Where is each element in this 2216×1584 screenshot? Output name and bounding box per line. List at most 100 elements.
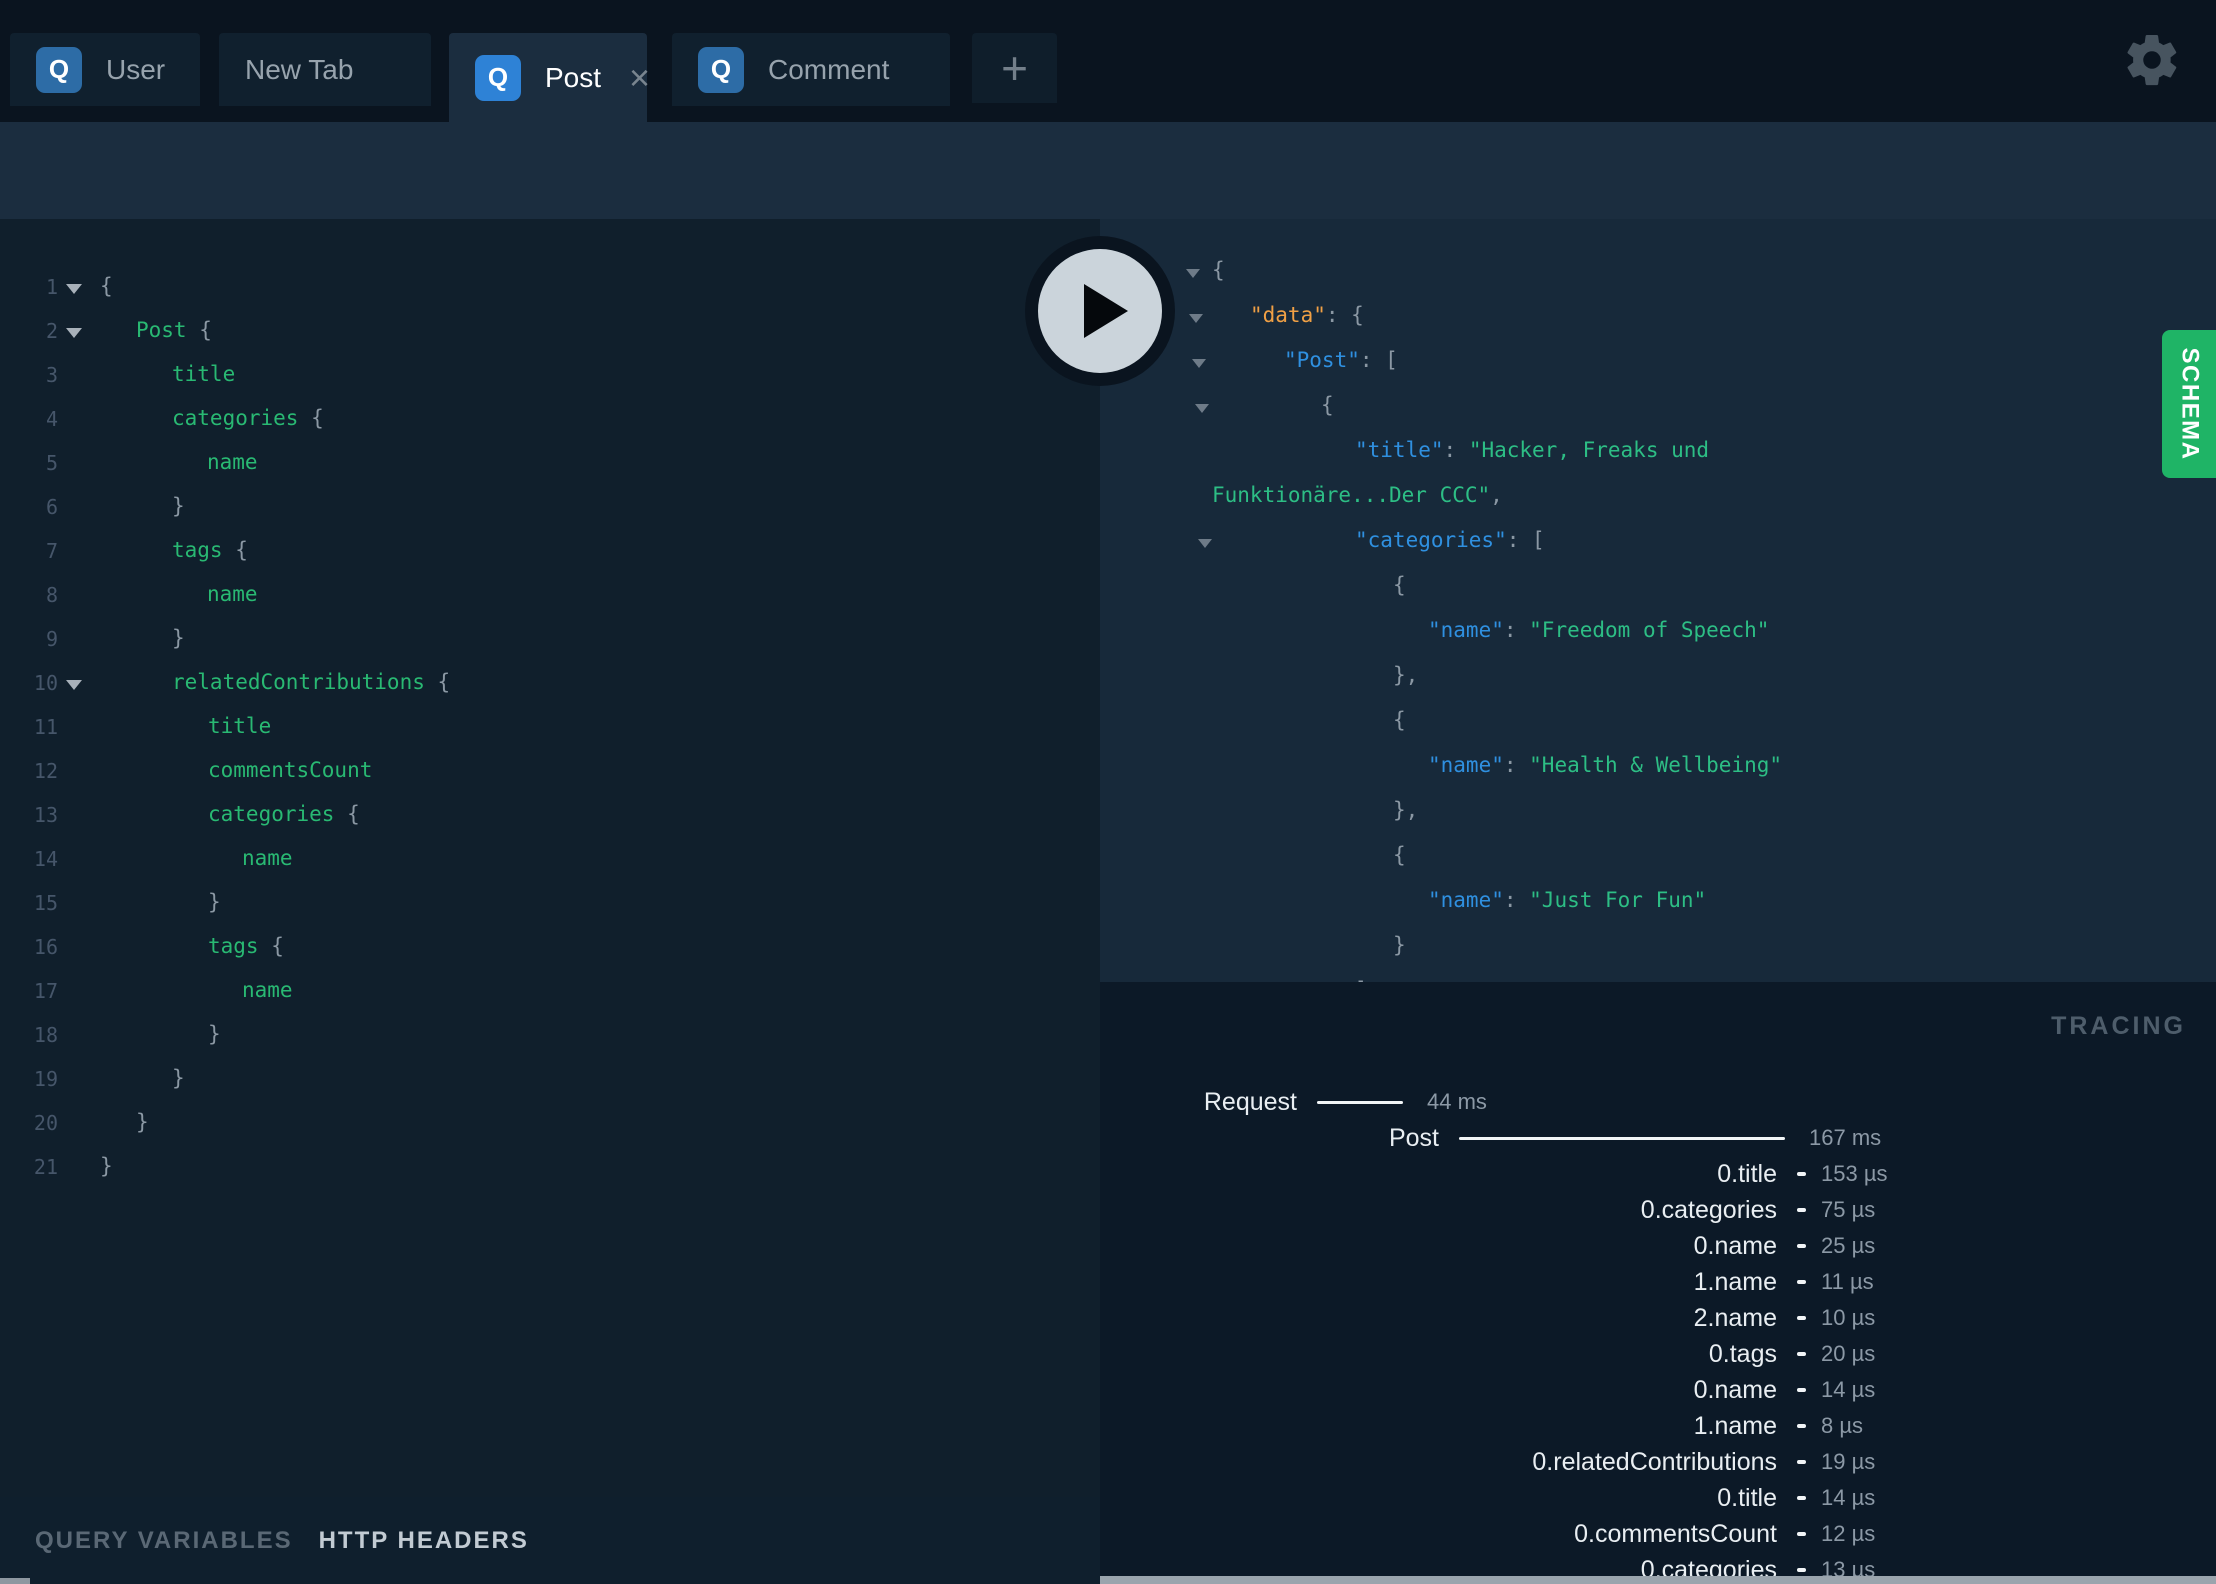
editor-line: 11 title (0, 706, 1100, 750)
editor-line: 4 categories { (0, 398, 1100, 442)
query-variables-tab[interactable]: QUERY VARIABLES (35, 1527, 293, 1555)
tracing-row: 0.name 25 µs (1100, 1228, 2216, 1264)
collapse-arrow-icon[interactable] (1195, 404, 1209, 413)
response-text: "name": "Just For Fun" (1428, 888, 1706, 912)
code-text: } (208, 890, 221, 914)
token: { (186, 318, 212, 342)
fold-arrow-icon[interactable] (66, 328, 82, 338)
tracing-row: 0.commentsCount 12 µs (1100, 1516, 2216, 1552)
token: : (1443, 438, 1469, 462)
tracing-label: 2.name (1693, 1303, 1777, 1332)
tracing-bar (1797, 1172, 1806, 1176)
line-number: 7 (45, 539, 58, 563)
collapse-arrow-icon[interactable] (1198, 539, 1212, 548)
tracing-row: 0.title 153 µs (1100, 1156, 2216, 1192)
tracing-duration: 8 µs (1821, 1413, 1864, 1438)
tracing-bar (1797, 1316, 1806, 1320)
fold-arrow-icon[interactable] (66, 284, 82, 294)
http-headers-tab[interactable]: HTTP HEADERS (319, 1527, 529, 1555)
tracing-bar (1797, 1280, 1806, 1284)
execute-query-button[interactable] (1025, 236, 1175, 386)
code-text: } (100, 1154, 113, 1178)
schema-tab-label: SCHEMA (2176, 347, 2204, 461)
tab-label: User (106, 53, 166, 85)
tracing-label: 0.title (1717, 1159, 1777, 1188)
close-tab-icon[interactable]: × (629, 59, 650, 96)
token: { (424, 670, 451, 694)
editor-line: 14 name (0, 838, 1100, 882)
code-text: tags { (172, 538, 248, 562)
code-text: name (242, 846, 293, 870)
token: name (242, 846, 293, 870)
tracing-horizontal-scrollbar[interactable] (1100, 1576, 2216, 1584)
editor-footer: QUERY VARIABLES HTTP HEADERS (0, 1497, 1100, 1584)
line-number: 5 (45, 451, 58, 475)
response-text: { (1393, 843, 1406, 867)
token: } (172, 494, 185, 518)
response-line: { (1100, 700, 2216, 745)
tracing-row: 0.tags 20 µs (1100, 1336, 2216, 1372)
token: } (208, 1022, 221, 1046)
token: "name" (1428, 888, 1504, 912)
schema-side-tab[interactable]: SCHEMA (2162, 330, 2216, 478)
tracing-bar (1797, 1424, 1806, 1428)
line-number: 15 (33, 891, 58, 915)
token: } (208, 890, 221, 914)
code-text: title (172, 362, 235, 386)
line-number: 14 (33, 847, 58, 871)
tracing-bar (1797, 1496, 1806, 1500)
response-line: "name": "Freedom of Speech" (1100, 610, 2216, 655)
token: : (1503, 618, 1530, 642)
tab-user[interactable]: Q User (10, 33, 200, 106)
play-icon (1084, 284, 1128, 338)
play-button-circle (1038, 249, 1162, 373)
tracing-row: Post 167 ms (1100, 1120, 2216, 1156)
fold-arrow-icon[interactable] (66, 680, 82, 690)
query-editor-pane[interactable]: 1{2 Post {3 title 4 categories {5 name 6} 7 tags… (0, 219, 1100, 1497)
tracing-bar (1459, 1136, 1785, 1140)
token: : (1503, 753, 1530, 777)
line-number: 13 (33, 803, 58, 827)
tracing-bar (1797, 1460, 1806, 1464)
tracing-duration: 11 µs (1821, 1269, 1874, 1294)
settings-gear-icon[interactable] (2122, 30, 2182, 90)
tracing-label: 0.tags (1708, 1339, 1777, 1368)
collapse-arrow-icon[interactable] (1192, 359, 1206, 368)
tab-comment[interactable]: Q Comment (672, 33, 950, 106)
toolbar: PRETTIFY HISTORY ↺ COPY CURL SHARE PLAYG… (0, 122, 2216, 325)
tracing-label: 0.commentsCount (1574, 1519, 1777, 1548)
code-text: } (136, 1110, 149, 1134)
response-pane[interactable]: {"data": {"Post": [{"title": "Hacker, Fr… (1100, 219, 2216, 982)
editor-line: 1{ (0, 266, 1100, 310)
code-text: categories { (172, 406, 324, 430)
tracing-label: Request (1203, 1087, 1297, 1116)
editor-horizontal-scrollbar[interactable] (0, 1578, 30, 1584)
collapse-arrow-icon[interactable] (1189, 314, 1203, 323)
token: categories (208, 802, 335, 826)
token: title (208, 714, 272, 738)
tracing-duration: 153 µs (1821, 1161, 1888, 1186)
tab-new-tab[interactable]: New Tab (219, 33, 431, 106)
line-number: 3 (45, 363, 58, 387)
token: : (1503, 888, 1530, 912)
response-text: "categories": [ (1355, 528, 1545, 552)
token: { (1393, 573, 1406, 597)
editor-line: 18} (0, 1014, 1100, 1058)
tracing-duration: 10 µs (1821, 1305, 1876, 1330)
response-line: }, (1100, 790, 2216, 835)
token: "Health & Wellbeing" (1529, 753, 1783, 777)
new-tab-button[interactable]: + (972, 33, 1057, 103)
response-line: "title": "Hacker, Freaks und (1100, 430, 2216, 475)
line-number: 1 (45, 275, 58, 299)
code-text: commentsCount (208, 758, 372, 782)
editor-line: 9} (0, 618, 1100, 662)
query-badge: Q (698, 46, 744, 93)
token: { (1321, 393, 1334, 417)
tab-post[interactable]: Q Post × (449, 33, 650, 122)
tracing-label: 0.name (1693, 1375, 1777, 1404)
editor-line: 21} (0, 1146, 1100, 1190)
response-text: "name": "Health & Wellbeing" (1428, 753, 1782, 777)
token: "name" (1428, 753, 1504, 777)
token: commentsCount (208, 758, 373, 782)
collapse-arrow-icon[interactable] (1186, 269, 1200, 278)
